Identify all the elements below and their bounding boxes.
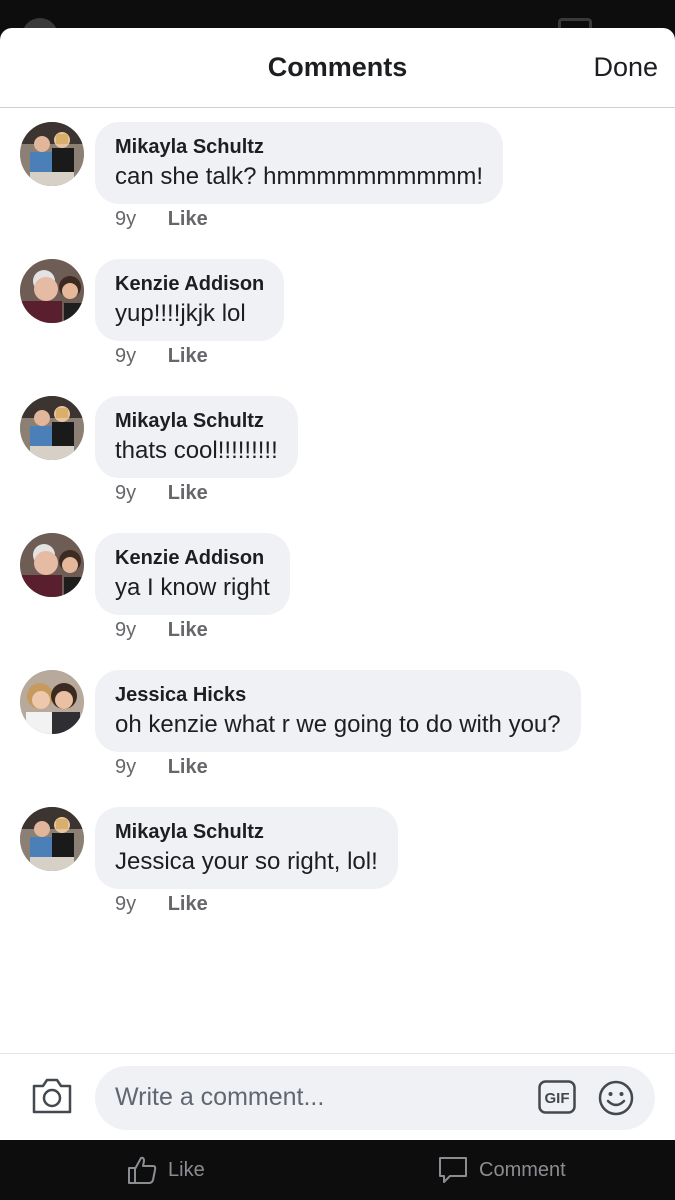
speech-bubble-icon: [439, 1157, 467, 1183]
comment-author[interactable]: Mikayla Schultz: [115, 820, 378, 844]
comment-item: Mikayla Schultz can she talk? hmmmmmmmmm…: [0, 122, 675, 259]
avatar[interactable]: [20, 533, 84, 597]
comment-button[interactable]: Comment: [437, 1152, 566, 1188]
comment-text: can she talk? hmmmmmmmmmm!: [115, 163, 484, 190]
comment-item: Kenzie Addison yup!!!!jkjk lol 9y Like: [0, 259, 675, 396]
comment-age: 9y: [115, 345, 137, 367]
avatar-photo-icon: [20, 122, 84, 186]
avatar[interactable]: [20, 396, 84, 460]
smiley-icon[interactable]: [598, 1080, 634, 1116]
comment-meta: 9y Like: [115, 208, 208, 231]
comment-meta: 9y Like: [115, 756, 208, 779]
comment-meta: 9y Like: [115, 482, 208, 505]
comment-bubble[interactable]: Kenzie Addison ya I know right: [95, 533, 290, 615]
comment-age: 9y: [115, 756, 137, 778]
avatar[interactable]: [20, 259, 84, 323]
gif-button[interactable]: GIF: [538, 1080, 576, 1114]
comment-meta: 9y Like: [115, 893, 208, 916]
comment-item: Jessica Hicks oh kenzie what r we going …: [0, 670, 675, 807]
like-link[interactable]: Like: [168, 208, 208, 231]
comment-input-placeholder: Write a comment...: [115, 1083, 325, 1111]
comment-author[interactable]: Mikayla Schultz: [115, 409, 278, 433]
comment-text: yup!!!!jkjk lol: [115, 300, 246, 327]
like-link[interactable]: Like: [168, 482, 208, 505]
comment-author[interactable]: Mikayla Schultz: [115, 135, 483, 159]
avatar-photo-icon: [20, 533, 84, 597]
avatar[interactable]: [20, 807, 84, 871]
done-button[interactable]: Done: [593, 52, 658, 83]
comment-age: 9y: [115, 619, 137, 641]
like-button[interactable]: Like: [126, 1152, 205, 1188]
avatar-photo-icon: [20, 259, 84, 323]
comment-text: Jessica your so right, lol!: [115, 848, 378, 875]
avatar-photo-icon: [20, 396, 84, 460]
like-link[interactable]: Like: [168, 345, 208, 368]
page-title: Comments: [267, 52, 408, 82]
thumbs-up-icon: [128, 1156, 157, 1184]
comment-meta: 9y Like: [115, 345, 208, 368]
comment-author[interactable]: Jessica Hicks: [115, 683, 561, 707]
comment-input[interactable]: Write a comment... GIF: [95, 1066, 655, 1130]
like-link[interactable]: Like: [168, 619, 208, 642]
comment-author[interactable]: Kenzie Addison: [115, 546, 270, 570]
avatar-photo-icon: [20, 670, 84, 734]
comment-bubble[interactable]: Mikayla Schultz thats cool!!!!!!!!!: [95, 396, 298, 478]
comment-bubble[interactable]: Kenzie Addison yup!!!!jkjk lol: [95, 259, 285, 341]
comment-text: thats cool!!!!!!!!!: [115, 437, 278, 464]
like-link[interactable]: Like: [168, 893, 208, 916]
like-button-label: Like: [168, 1158, 205, 1181]
gif-label: GIF: [545, 1090, 570, 1107]
comment-item: Kenzie Addison ya I know right 9y Like: [0, 533, 675, 670]
avatar[interactable]: [20, 122, 84, 186]
comment-meta: 9y Like: [115, 619, 208, 642]
comments-sheet: Comments Done Mikayla Schultz can she ta: [0, 28, 675, 1140]
camera-icon[interactable]: [30, 1076, 74, 1116]
comment-item: Mikayla Schultz thats cool!!!!!!!!! 9y L…: [0, 396, 675, 533]
comment-bubble[interactable]: Jessica Hicks oh kenzie what r we going …: [95, 670, 581, 752]
avatar[interactable]: [20, 670, 84, 734]
status-strip: [0, 0, 675, 54]
comment-text: oh kenzie what r we going to do with you…: [115, 711, 561, 738]
comment-text: ya I know right: [115, 574, 270, 601]
comment-bubble[interactable]: Mikayla Schultz can she talk? hmmmmmmmmm…: [95, 122, 504, 204]
like-link[interactable]: Like: [168, 756, 208, 779]
comment-bubble[interactable]: Mikayla Schultz Jessica your so right, l…: [95, 807, 398, 889]
avatar-photo-icon: [20, 807, 84, 871]
comment-age: 9y: [115, 208, 137, 230]
comment-button-label: Comment: [479, 1158, 566, 1181]
comment-age: 9y: [115, 482, 137, 504]
bottom-action-bar: Like Comment: [0, 1140, 675, 1200]
comment-age: 9y: [115, 893, 137, 915]
comment-author[interactable]: Kenzie Addison: [115, 272, 264, 296]
comment-item: Mikayla Schultz Jessica your so right, l…: [0, 807, 675, 944]
sheet-header: Comments Done: [0, 28, 675, 108]
comment-composer: Write a comment... GIF: [0, 1053, 675, 1140]
